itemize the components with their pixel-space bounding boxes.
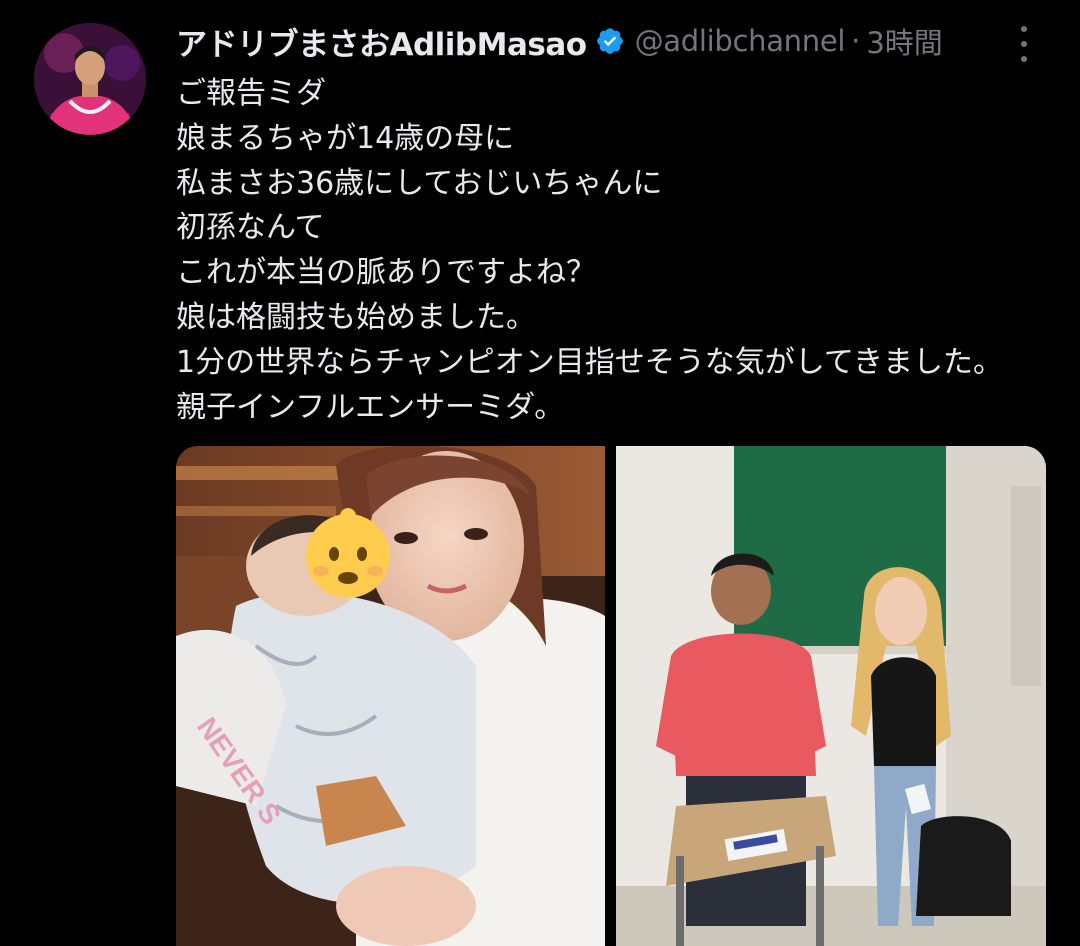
photo-classroom[interactable]: [616, 446, 1046, 946]
timestamp[interactable]: 3時間: [866, 20, 942, 62]
tweet-text: ご報告ミダ 娘まるちゃが14歳の母に 私まさお36歳にしておじいちゃんに 初孫な…: [176, 72, 1056, 430]
tweet-text-line: ご報告ミダ: [176, 76, 326, 111]
avatar-image: [34, 23, 146, 135]
photo-mother-and-baby[interactable]: NEVER S: [176, 446, 605, 946]
tweet-text-line: 親子インフルエンサーミダ。: [176, 389, 565, 425]
avatar[interactable]: [34, 23, 146, 135]
tweet-text-line: 初孫なんて: [176, 210, 325, 246]
more-vertical-icon[interactable]: [1012, 26, 1036, 62]
verified-badge-icon: [595, 26, 625, 56]
tweet-header: アドリブまさおAdlibMasao @adlibchannel · 3時間: [176, 18, 943, 64]
display-name[interactable]: アドリブまさおAdlibMasao: [176, 19, 587, 64]
tweet-text-line: 私まさお36歳にしておじいちゃんに: [176, 165, 663, 201]
separator-dot: ·: [851, 24, 861, 58]
tweet-text-line: 娘まるちゃが14歳の母に: [176, 120, 515, 156]
tweet[interactable]: アドリブまさおAdlibMasao @adlibchannel · 3時間 ご報…: [0, 0, 1080, 946]
handle[interactable]: @adlibchannel: [635, 24, 846, 58]
tweet-text-line: 1分の世界ならチャンピオン目指せそうな気がしてきました。: [176, 344, 1003, 380]
tweet-text-line: これが本当の脈ありですよね？: [176, 255, 596, 291]
tweet-text-line: 娘は格闘技も始めました。: [176, 299, 536, 335]
